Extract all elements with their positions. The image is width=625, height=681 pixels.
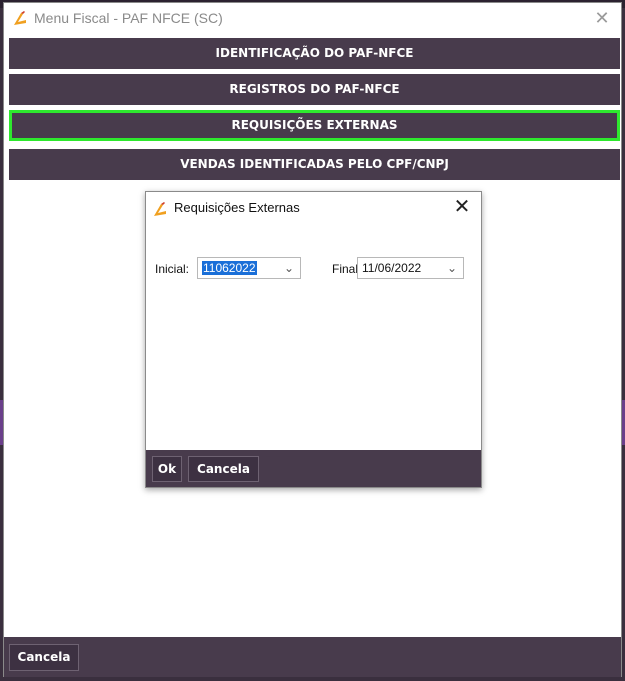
- chevron-down-icon[interactable]: ⌄: [282, 260, 296, 276]
- initial-date-picker[interactable]: 11062022 ⌄: [197, 257, 301, 279]
- footer-bar: Cancela: [4, 637, 621, 677]
- close-icon[interactable]: ✕: [451, 196, 473, 218]
- menu-registros-button[interactable]: REGISTROS DO PAF-NFCE: [9, 74, 620, 105]
- dialog-footer: Ok Cancela: [146, 450, 481, 487]
- titlebar: Menu Fiscal - PAF NFCE (SC) ✕: [4, 3, 621, 33]
- menu-identificacao-button[interactable]: IDENTIFICAÇÃO DO PAF-NFCE: [9, 38, 620, 69]
- dialog-title: Requisições Externas: [174, 200, 300, 215]
- initial-date-value[interactable]: 11062022: [202, 261, 257, 275]
- menu-vendas-identificadas-button[interactable]: VENDAS IDENTIFICADAS PELO CPF/CNPJ: [9, 149, 620, 180]
- final-date-value[interactable]: 11/06/2022: [362, 261, 421, 275]
- menu-requisicoes-externas-button[interactable]: REQUISIÇÕES EXTERNAS: [9, 110, 620, 141]
- initial-date-label: Inicial:: [155, 262, 190, 276]
- lightning-logo-icon: [14, 11, 26, 25]
- requisicoes-externas-dialog: Requisições Externas ✕ Inicial: 11062022…: [145, 191, 482, 488]
- close-icon[interactable]: ✕: [591, 7, 613, 29]
- window-title: Menu Fiscal - PAF NFCE (SC): [34, 10, 223, 26]
- chevron-down-icon[interactable]: ⌄: [445, 260, 459, 276]
- ok-button[interactable]: Ok: [152, 456, 182, 482]
- lightning-logo-icon: [154, 202, 166, 216]
- cancel-button[interactable]: Cancela: [9, 644, 79, 671]
- dialog-cancel-button[interactable]: Cancela: [188, 456, 259, 482]
- final-date-picker[interactable]: 11/06/2022 ⌄: [357, 257, 464, 279]
